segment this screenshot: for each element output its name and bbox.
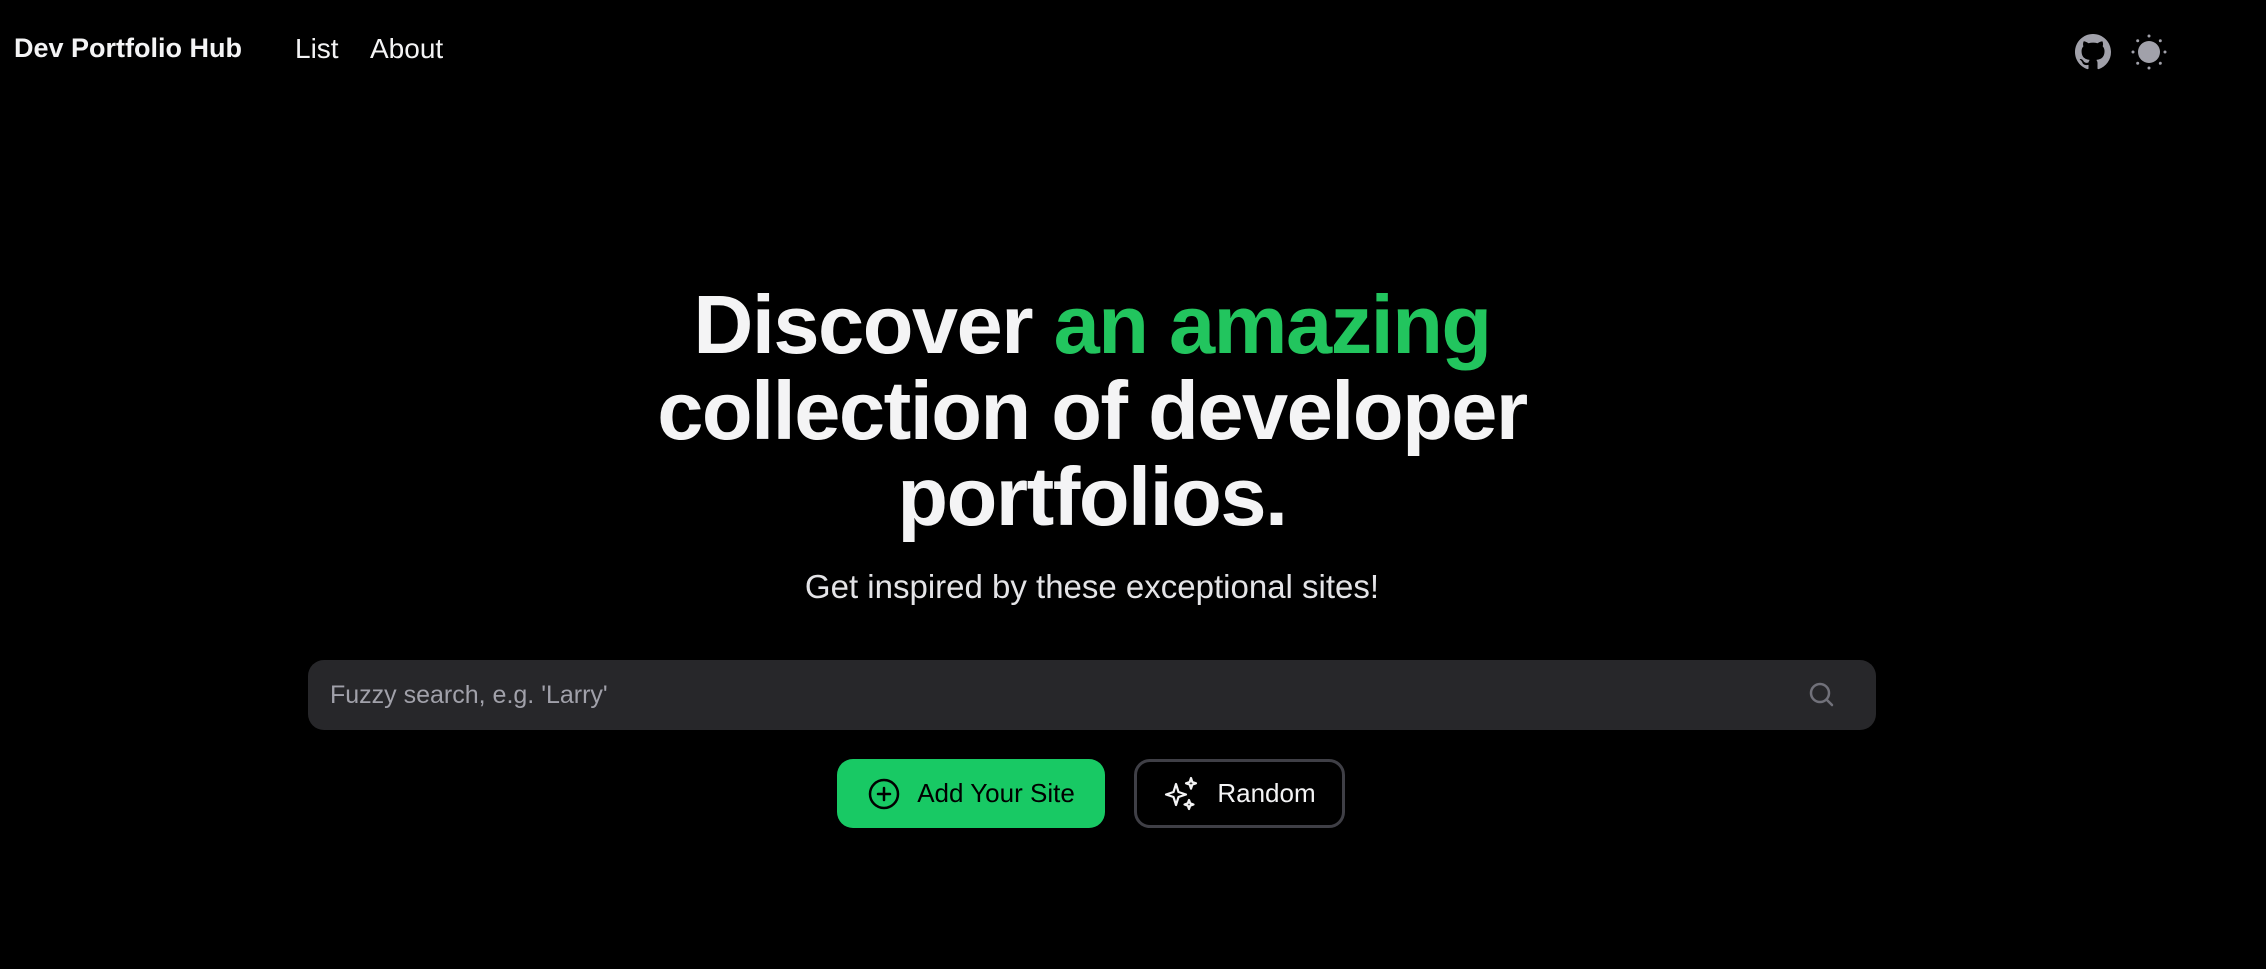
nav-link-list[interactable]: List <box>295 33 339 65</box>
add-your-site-button[interactable]: Add Your Site <box>837 759 1105 828</box>
headline-text: Discover <box>693 278 1054 371</box>
random-label: Random <box>1217 778 1316 808</box>
nav-link-about[interactable]: About <box>370 33 443 65</box>
plus-circle-icon <box>868 778 900 809</box>
hero: Discover an amazing collection of develo… <box>0 282 2184 606</box>
search-input[interactable] <box>308 660 1876 730</box>
headline-accent: an amazing <box>1053 278 1493 371</box>
headline-text-2: collection of developer portfolios. <box>657 364 1528 543</box>
github-link[interactable] <box>2075 34 2111 70</box>
theme-toggle[interactable] <box>2131 34 2167 70</box>
search-icon[interactable] <box>1808 681 1836 709</box>
brand-logo[interactable]: Dev Portfolio Hub <box>14 33 242 64</box>
random-button[interactable]: Random <box>1134 759 1345 828</box>
sun-icon <box>2131 34 2167 70</box>
search-bar <box>308 660 1876 730</box>
add-your-site-label: Add Your Site <box>917 778 1075 808</box>
github-icon <box>2075 34 2111 70</box>
hero-headline: Discover an amazing collection of develo… <box>0 282 2184 540</box>
sparkles-icon <box>1165 776 1198 810</box>
hero-subtitle: Get inspired by these exceptional sites! <box>804 568 1380 605</box>
